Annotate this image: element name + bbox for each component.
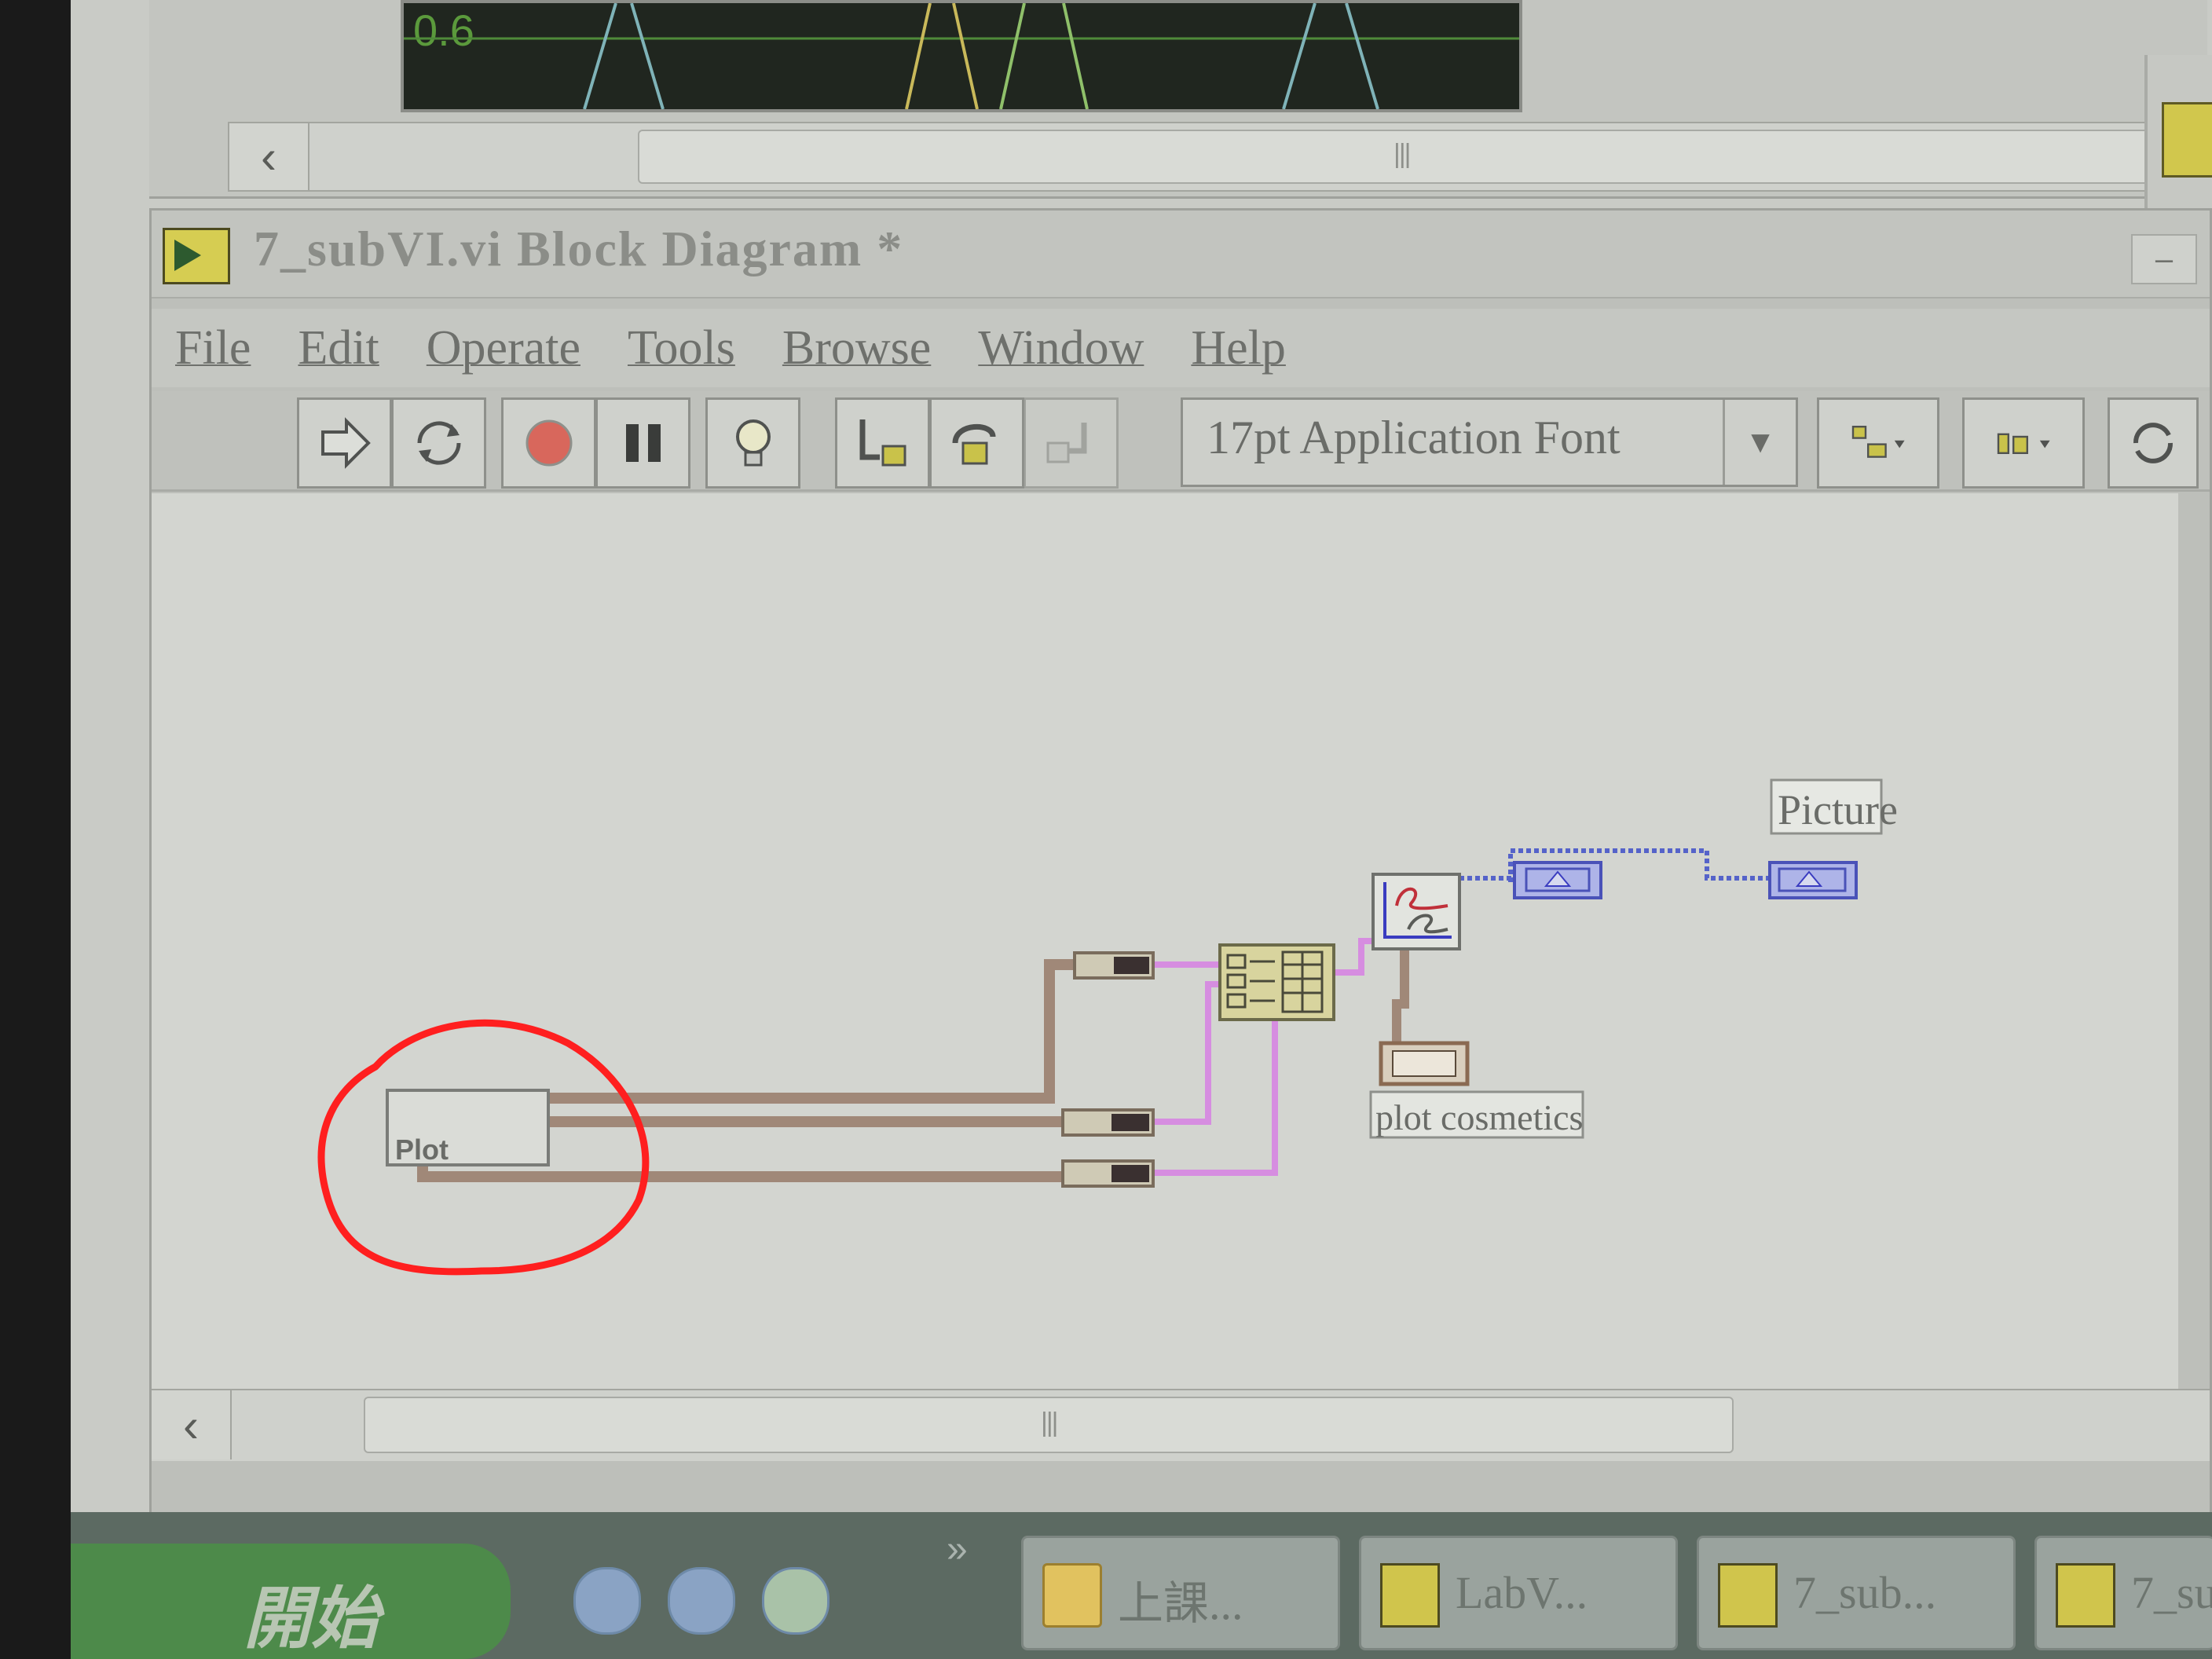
taskbar-item-labview[interactable]: LabV...	[1359, 1536, 1678, 1650]
taskbar-item-label: 上課...	[1118, 1578, 1243, 1629]
run-arrow-icon	[320, 417, 371, 469]
start-label: 開始	[244, 1581, 379, 1657]
media-player-icon[interactable]	[762, 1567, 830, 1635]
build-array-node	[1218, 943, 1335, 1021]
menu-bar: File Edit Operate Tools Browse Window He…	[152, 309, 2210, 387]
folder-icon	[1042, 1563, 1102, 1628]
overflow-chevron-icon[interactable]: »	[947, 1528, 968, 1571]
toolbar: 17pt Application Font ▼	[152, 391, 2210, 492]
cluster-constant-3	[1061, 1159, 1155, 1188]
picture-wire-4	[1334, 938, 1377, 976]
step-out-button[interactable]	[1024, 397, 1119, 489]
block-diagram-canvas[interactable]: Plot Picture plot cosmetics	[152, 493, 2178, 1412]
picture-terminal	[1768, 861, 1858, 899]
labview-icon	[2162, 102, 2212, 178]
diagram-scrollbar[interactable]: ‹ |||	[152, 1389, 2210, 1461]
labview-vi-icon	[2056, 1563, 2115, 1628]
step-into-icon	[859, 419, 906, 467]
highlight-execution-button[interactable]	[705, 397, 800, 489]
step-over-icon	[952, 424, 995, 465]
menu-edit[interactable]: Edit	[298, 320, 379, 376]
taskbar-item-label: 7_sub...	[1793, 1567, 1937, 1618]
menu-browse[interactable]: Browse	[782, 320, 931, 376]
abort-stop-icon	[526, 419, 572, 467]
plot-subvi-icon	[1372, 873, 1461, 950]
labview-icon	[1380, 1563, 1440, 1628]
block-diagram-window: 7_subVI.vi Block Diagram * – File Edit O…	[149, 208, 2212, 1533]
cluster-constant-2	[1061, 1108, 1155, 1137]
scroll-left-icon[interactable]: ‹	[229, 123, 309, 190]
plot-cosmetics-constant	[1379, 1041, 1470, 1086]
menu-window[interactable]: Window	[978, 320, 1144, 376]
distribute-objects-button[interactable]	[1962, 397, 2085, 489]
cluster-constant-1	[1073, 951, 1155, 980]
abort-button[interactable]	[501, 397, 596, 489]
taskbar-item-folder[interactable]: 上課...	[1021, 1536, 1340, 1650]
pause-button[interactable]	[595, 397, 690, 489]
scroll-thumb[interactable]: |||	[364, 1397, 1734, 1453]
highlight-execution-bulb-icon	[735, 419, 771, 467]
font-select[interactable]: 17pt Application Font ▼	[1181, 397, 1798, 487]
graph-trace-green	[999, 3, 1089, 109]
internet-explorer-icon[interactable]	[668, 1567, 735, 1635]
menu-file[interactable]: File	[175, 320, 251, 376]
run-continuously-button[interactable]	[391, 397, 486, 489]
front-panel-window: 0.6 ‹ |||	[149, 0, 2207, 199]
menu-tools[interactable]: Tools	[628, 320, 735, 376]
step-over-button[interactable]	[929, 397, 1024, 489]
scroll-grip-icon: |||	[1041, 1408, 1058, 1437]
desktop-icon[interactable]	[573, 1567, 641, 1635]
chevron-down-icon[interactable]: ▼	[1723, 400, 1796, 485]
taskbar: 開始 » 上課... LabV... 7_sub... 7_sub...	[71, 1512, 2212, 1659]
graph-trace-yellow	[905, 3, 979, 109]
scroll-thumb[interactable]: |||	[638, 130, 2181, 184]
start-button[interactable]: 開始	[71, 1544, 511, 1659]
monitor-screen: 0.6 ‹ ||| Fi 7_subVI.vi Block Diagram * …	[71, 0, 2212, 1659]
labview-vi-icon	[163, 228, 230, 284]
picture-label: Picture	[1778, 786, 1898, 833]
scroll-grip-icon: |||	[1393, 139, 1411, 169]
graph-trace-cyan	[583, 3, 665, 109]
run-continuously-icon	[416, 421, 461, 465]
cluster-wire-3	[417, 1165, 1063, 1182]
pause-icon	[625, 424, 661, 462]
plot-cosmetics-label: plot cosmetics	[1375, 1097, 1584, 1137]
waveform-graph: 0.6	[401, 0, 1522, 112]
window-title: 7_subVI.vi Block Diagram *	[254, 221, 904, 276]
menu-operate[interactable]: Operate	[427, 320, 580, 376]
graph-traces	[404, 3, 1519, 109]
taskbar-item-subvi-2[interactable]: 7_sub...	[2034, 1536, 2212, 1650]
step-into-button[interactable]	[835, 397, 930, 489]
align-objects-icon	[1851, 426, 1905, 458]
taskbar-item-label: 7_sub...	[2131, 1567, 2212, 1618]
front-panel-scrollbar[interactable]: ‹ |||	[228, 122, 2187, 192]
taskbar-item-subvi-1[interactable]: 7_sub...	[1697, 1536, 2016, 1650]
taskbar-item-label: LabV...	[1456, 1567, 1588, 1618]
cosmetics-wire	[1392, 945, 1409, 1047]
step-out-icon	[1046, 423, 1086, 463]
menu-help[interactable]: Help	[1191, 320, 1286, 376]
distribute-objects-icon	[1997, 433, 2050, 454]
minimize-button[interactable]: –	[2131, 234, 2197, 284]
diagram-drawing	[317, 778, 1883, 1276]
run-button[interactable]	[297, 397, 392, 489]
reorder-icon	[2133, 423, 2174, 463]
picture-function-node	[1513, 861, 1602, 899]
font-select-value: 17pt Application Font	[1207, 412, 1621, 463]
title-bar[interactable]: 7_subVI.vi Block Diagram * –	[152, 211, 2210, 298]
picture-wire-2	[1153, 981, 1228, 1125]
reorder-button[interactable]	[2108, 397, 2199, 489]
scroll-left-icon[interactable]: ‹	[152, 1390, 232, 1459]
picture-wire-3	[1153, 1016, 1278, 1176]
plot-node-label: Plot	[395, 1133, 449, 1166]
graph-trace-cyan-2	[1282, 3, 1379, 109]
cluster-wire-1	[548, 959, 1079, 1104]
labview-vi-icon	[1718, 1563, 1778, 1628]
align-objects-button[interactable]	[1817, 397, 1939, 489]
